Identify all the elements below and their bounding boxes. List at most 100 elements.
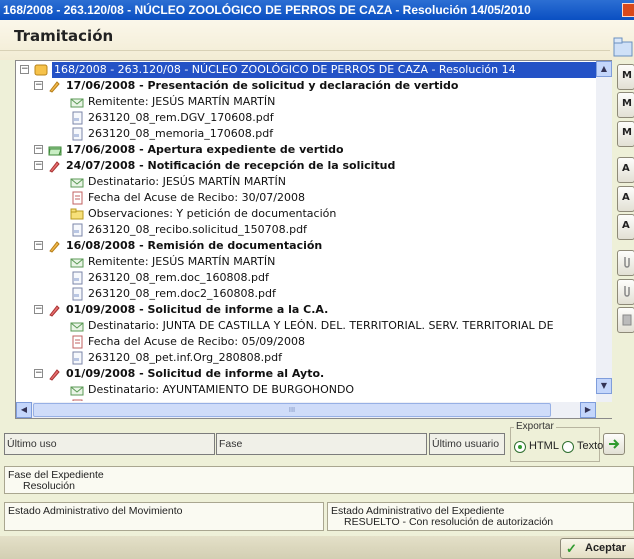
attach-button-2[interactable] — [617, 279, 634, 305]
footer-bar — [0, 536, 634, 559]
header-divider — [0, 50, 610, 51]
tree-leaf-label: 263120_08_recibo.solicitud_150708.pdf — [88, 223, 307, 236]
trash-icon — [622, 314, 632, 326]
export-button[interactable] — [603, 433, 625, 455]
tree-node-label: 16/08/2008 - Remisión de documentación — [66, 239, 323, 252]
horizontal-scrollbar[interactable]: ◀ III ▶ — [16, 402, 596, 418]
tree-leaf-label: Observaciones: Y petición de documentaci… — [88, 207, 337, 220]
collapse-toggle[interactable]: − — [34, 81, 43, 90]
estado-movimiento-label: Estado Administrativo del Movimiento — [8, 505, 183, 517]
red-pen-icon — [49, 305, 60, 317]
collapse-toggle[interactable]: − — [34, 161, 43, 170]
tree-leaf-label: Fecha del Acuse de Recibo: 30/07/2008 — [88, 191, 305, 204]
side-button-m-3[interactable]: M — [617, 121, 634, 147]
radio-html[interactable] — [514, 441, 526, 453]
tree-leaf-label: Fecha del Acuse de Recibo: 04/09/2008 — [88, 398, 305, 401]
window-control-icon[interactable] — [622, 3, 634, 17]
tree-leaf-label: 263120_08_rem.doc_160808.pdf — [88, 271, 269, 284]
side-button-label: M — [622, 70, 632, 81]
tramitacion-tree[interactable]: − 168/2008 - 263.120/08 - NÚCLEO ZOOLÓGI… — [15, 60, 612, 419]
radio-texto-label[interactable]: Texto — [577, 440, 603, 452]
file-icon — [72, 127, 83, 141]
tree-leaf-label: Remitente: JESÚS MARTÍN MARTÍN — [88, 95, 276, 108]
tree-node-label: 01/09/2008 - Solicitud de informe al Ayt… — [66, 367, 325, 380]
scroll-left-button[interactable]: ◀ — [16, 402, 32, 418]
pen-icon — [49, 81, 60, 93]
collapse-toggle[interactable]: − — [34, 241, 43, 250]
tree-leaf-label: 263120_08_rem.DGV_170608.pdf — [88, 111, 274, 124]
arrow-right-icon — [609, 439, 620, 449]
tree-node-label: 17/06/2008 - Presentación de solicitud y… — [66, 79, 459, 92]
tree-leaf-label: 263120_08_memoria_170608.pdf — [88, 127, 274, 140]
attach-button-1[interactable] — [617, 250, 634, 276]
file-icon — [72, 223, 83, 237]
red-pen-icon — [49, 369, 60, 381]
estado-expediente-value: RESUELTO - Con resolución de autorizació… — [344, 516, 554, 528]
horizontal-scroll-thumb[interactable]: III — [33, 403, 551, 417]
side-button-a-2[interactable]: A — [617, 186, 634, 212]
tree-root[interactable]: − 168/2008 - 263.120/08 - NÚCLEO ZOOLÓGI… — [20, 62, 596, 78]
file-icon — [72, 287, 83, 301]
tree-leaf-label: Destinatario: AYUNTAMIENTO DE BURGOHONDO — [88, 383, 355, 396]
collapse-toggle[interactable]: − — [34, 305, 43, 314]
envelope-icon — [70, 98, 84, 108]
tree-leaf-label: 263120_08_rem.doc2_160808.pdf — [88, 287, 276, 300]
side-button-label: A — [622, 163, 630, 174]
tree-node-label: 17/06/2008 - Apertura expediente de vert… — [66, 143, 344, 156]
open-folder-icon — [48, 146, 62, 156]
file-icon — [72, 111, 83, 125]
window-title-bar[interactable]: 168/2008 - 263.120/08 - NÚCLEO ZOOLÓGICO… — [0, 0, 634, 20]
tree-content[interactable]: − 168/2008 - 263.120/08 - NÚCLEO ZOOLÓGI… — [16, 61, 596, 401]
scrollbar-track[interactable] — [597, 78, 611, 378]
side-button-a-1[interactable]: A — [617, 157, 634, 183]
tree-leaf-label: Destinatario: JUNTA DE CASTILLA Y LEÓN. … — [88, 319, 554, 332]
side-button-label: A — [622, 220, 630, 231]
envelope-icon — [70, 258, 84, 268]
tree-node-label: 01/09/2008 - Solicitud de informe a la C… — [66, 303, 329, 316]
paperclip-icon — [624, 286, 630, 297]
radio-html-label[interactable]: HTML — [529, 440, 559, 452]
vertical-scrollbar[interactable]: ▲ ▼ — [596, 61, 612, 402]
paperclip-icon — [624, 257, 630, 268]
fase-label: Fase — [219, 438, 243, 450]
tree-root-label[interactable]: 168/2008 - 263.120/08 - NÚCLEO ZOOLÓGICO… — [52, 62, 596, 78]
window-title: 168/2008 - 263.120/08 - NÚCLEO ZOOLÓGICO… — [3, 3, 531, 17]
delete-button[interactable] — [617, 307, 634, 333]
tree-leaf-label: Remitente: JESÚS MARTÍN MARTÍN — [88, 255, 276, 268]
side-button-label: M — [622, 98, 632, 109]
collapse-toggle[interactable]: − — [34, 369, 43, 378]
side-button-label: M — [622, 127, 632, 138]
ultimo-uso-field: Último uso — [4, 433, 215, 455]
accept-button[interactable]: ✓ Aceptar — [560, 538, 634, 559]
radio-texto[interactable] — [562, 441, 574, 453]
scroll-corner — [596, 402, 612, 418]
scroll-right-button[interactable]: ▶ — [580, 402, 596, 418]
scroll-grip: III — [288, 406, 296, 414]
accept-label: Aceptar — [585, 542, 626, 554]
receipt-icon — [72, 399, 83, 401]
collapse-toggle[interactable]: − — [20, 65, 29, 74]
side-button-a-3[interactable]: A — [617, 214, 634, 240]
tree-leaf-label: 263120_08_pet.inf.Org_280808.pdf — [88, 351, 282, 364]
collapse-toggle[interactable]: − — [34, 145, 43, 154]
expediente-icon — [34, 64, 48, 76]
scroll-up-button[interactable]: ▲ — [596, 61, 612, 77]
red-pen-icon — [49, 161, 60, 173]
file-icon — [72, 271, 83, 285]
fase-expediente-box: Fase del Expediente Resolución — [4, 466, 634, 494]
side-button-m-2[interactable]: M — [617, 92, 634, 118]
envelope-icon — [70, 322, 84, 332]
folder-icon — [613, 37, 633, 57]
estado-expediente-box: Estado Administrativo del Expediente RES… — [327, 502, 634, 531]
scroll-down-button[interactable]: ▼ — [596, 378, 612, 394]
envelope-icon — [70, 178, 84, 188]
side-button-m-1[interactable]: M — [617, 64, 634, 90]
file-icon — [72, 351, 83, 365]
tree-leaf-label: Fecha del Acuse de Recibo: 05/09/2008 — [88, 335, 305, 348]
checkmark-icon: ✓ — [566, 541, 577, 556]
side-button-label: A — [622, 192, 630, 203]
envelope-icon — [70, 386, 84, 396]
ultimo-usuario-field: Último usuario — [429, 433, 505, 455]
exportar-legend: Exportar — [514, 421, 556, 432]
estado-movimiento-box: Estado Administrativo del Movimiento — [4, 502, 324, 531]
